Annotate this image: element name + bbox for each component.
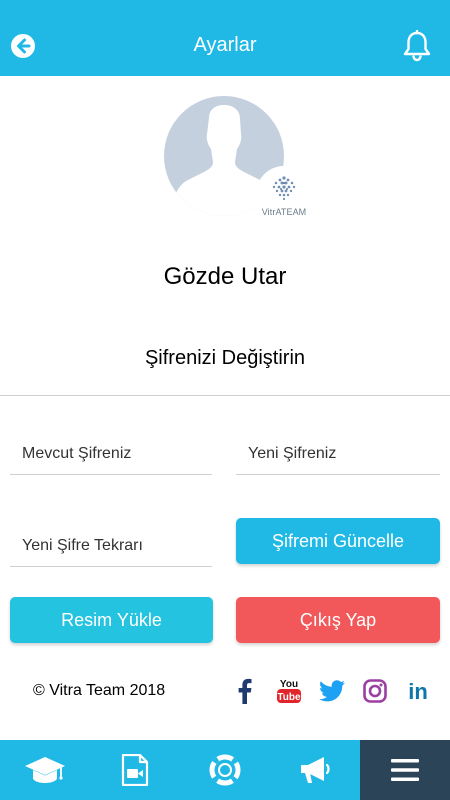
upload-image-button[interactable]: Resim Yükle <box>10 597 213 643</box>
divider <box>0 395 450 396</box>
menu-icon <box>391 759 419 781</box>
twitter-link[interactable] <box>318 676 346 706</box>
tab-support[interactable] <box>180 740 270 800</box>
tab-menu[interactable] <box>360 740 450 800</box>
tab-videos[interactable] <box>90 740 180 800</box>
section-title: Şifrenizi Değiştirin <box>144 347 306 369</box>
instagram-icon <box>363 679 387 703</box>
video-file-icon <box>121 754 149 786</box>
lifebuoy-icon <box>209 754 241 786</box>
facebook-link[interactable] <box>232 676 258 706</box>
svg-text:You: You <box>280 679 298 690</box>
team-badge: VitrATEAM <box>256 166 312 222</box>
svg-text:in: in <box>408 680 428 702</box>
user-name: Gözde Utar <box>163 263 287 290</box>
app-header: Ayarlar <box>0 0 450 76</box>
graduation-cap-icon <box>25 757 65 783</box>
profile-avatar[interactable]: VitrATEAM <box>164 96 314 226</box>
notifications-button[interactable] <box>402 29 432 62</box>
new-password-field[interactable]: Yeni Şifreniz <box>236 435 440 475</box>
repeat-password-field[interactable]: Yeni Şifre Tekrarı <box>10 527 212 567</box>
bottom-tab-bar <box>0 740 450 800</box>
svg-text:Tube: Tube <box>277 692 301 703</box>
youtube-icon: You Tube <box>277 679 301 703</box>
tab-announcements[interactable] <box>270 740 360 800</box>
page-title: Ayarlar <box>193 34 257 56</box>
twitter-icon <box>319 680 345 702</box>
update-password-button[interactable]: Şifremi Güncelle <box>236 518 440 564</box>
bell-icon <box>403 29 431 62</box>
linkedin-link[interactable]: in <box>402 676 434 706</box>
youtube-link[interactable]: You Tube <box>274 676 304 706</box>
linkedin-icon: in <box>408 680 428 702</box>
team-logo-icon <box>272 176 296 201</box>
facebook-icon <box>238 678 252 704</box>
tab-education[interactable] <box>0 740 90 800</box>
copyright-text: © Vitra Team 2018 <box>33 682 166 699</box>
megaphone-icon <box>301 757 330 783</box>
team-logo-text: VitrATEAM <box>261 207 307 217</box>
instagram-link[interactable] <box>361 676 389 706</box>
logout-button[interactable]: Çıkış Yap <box>236 597 440 643</box>
current-password-field[interactable]: Mevcut Şifreniz <box>10 435 212 475</box>
